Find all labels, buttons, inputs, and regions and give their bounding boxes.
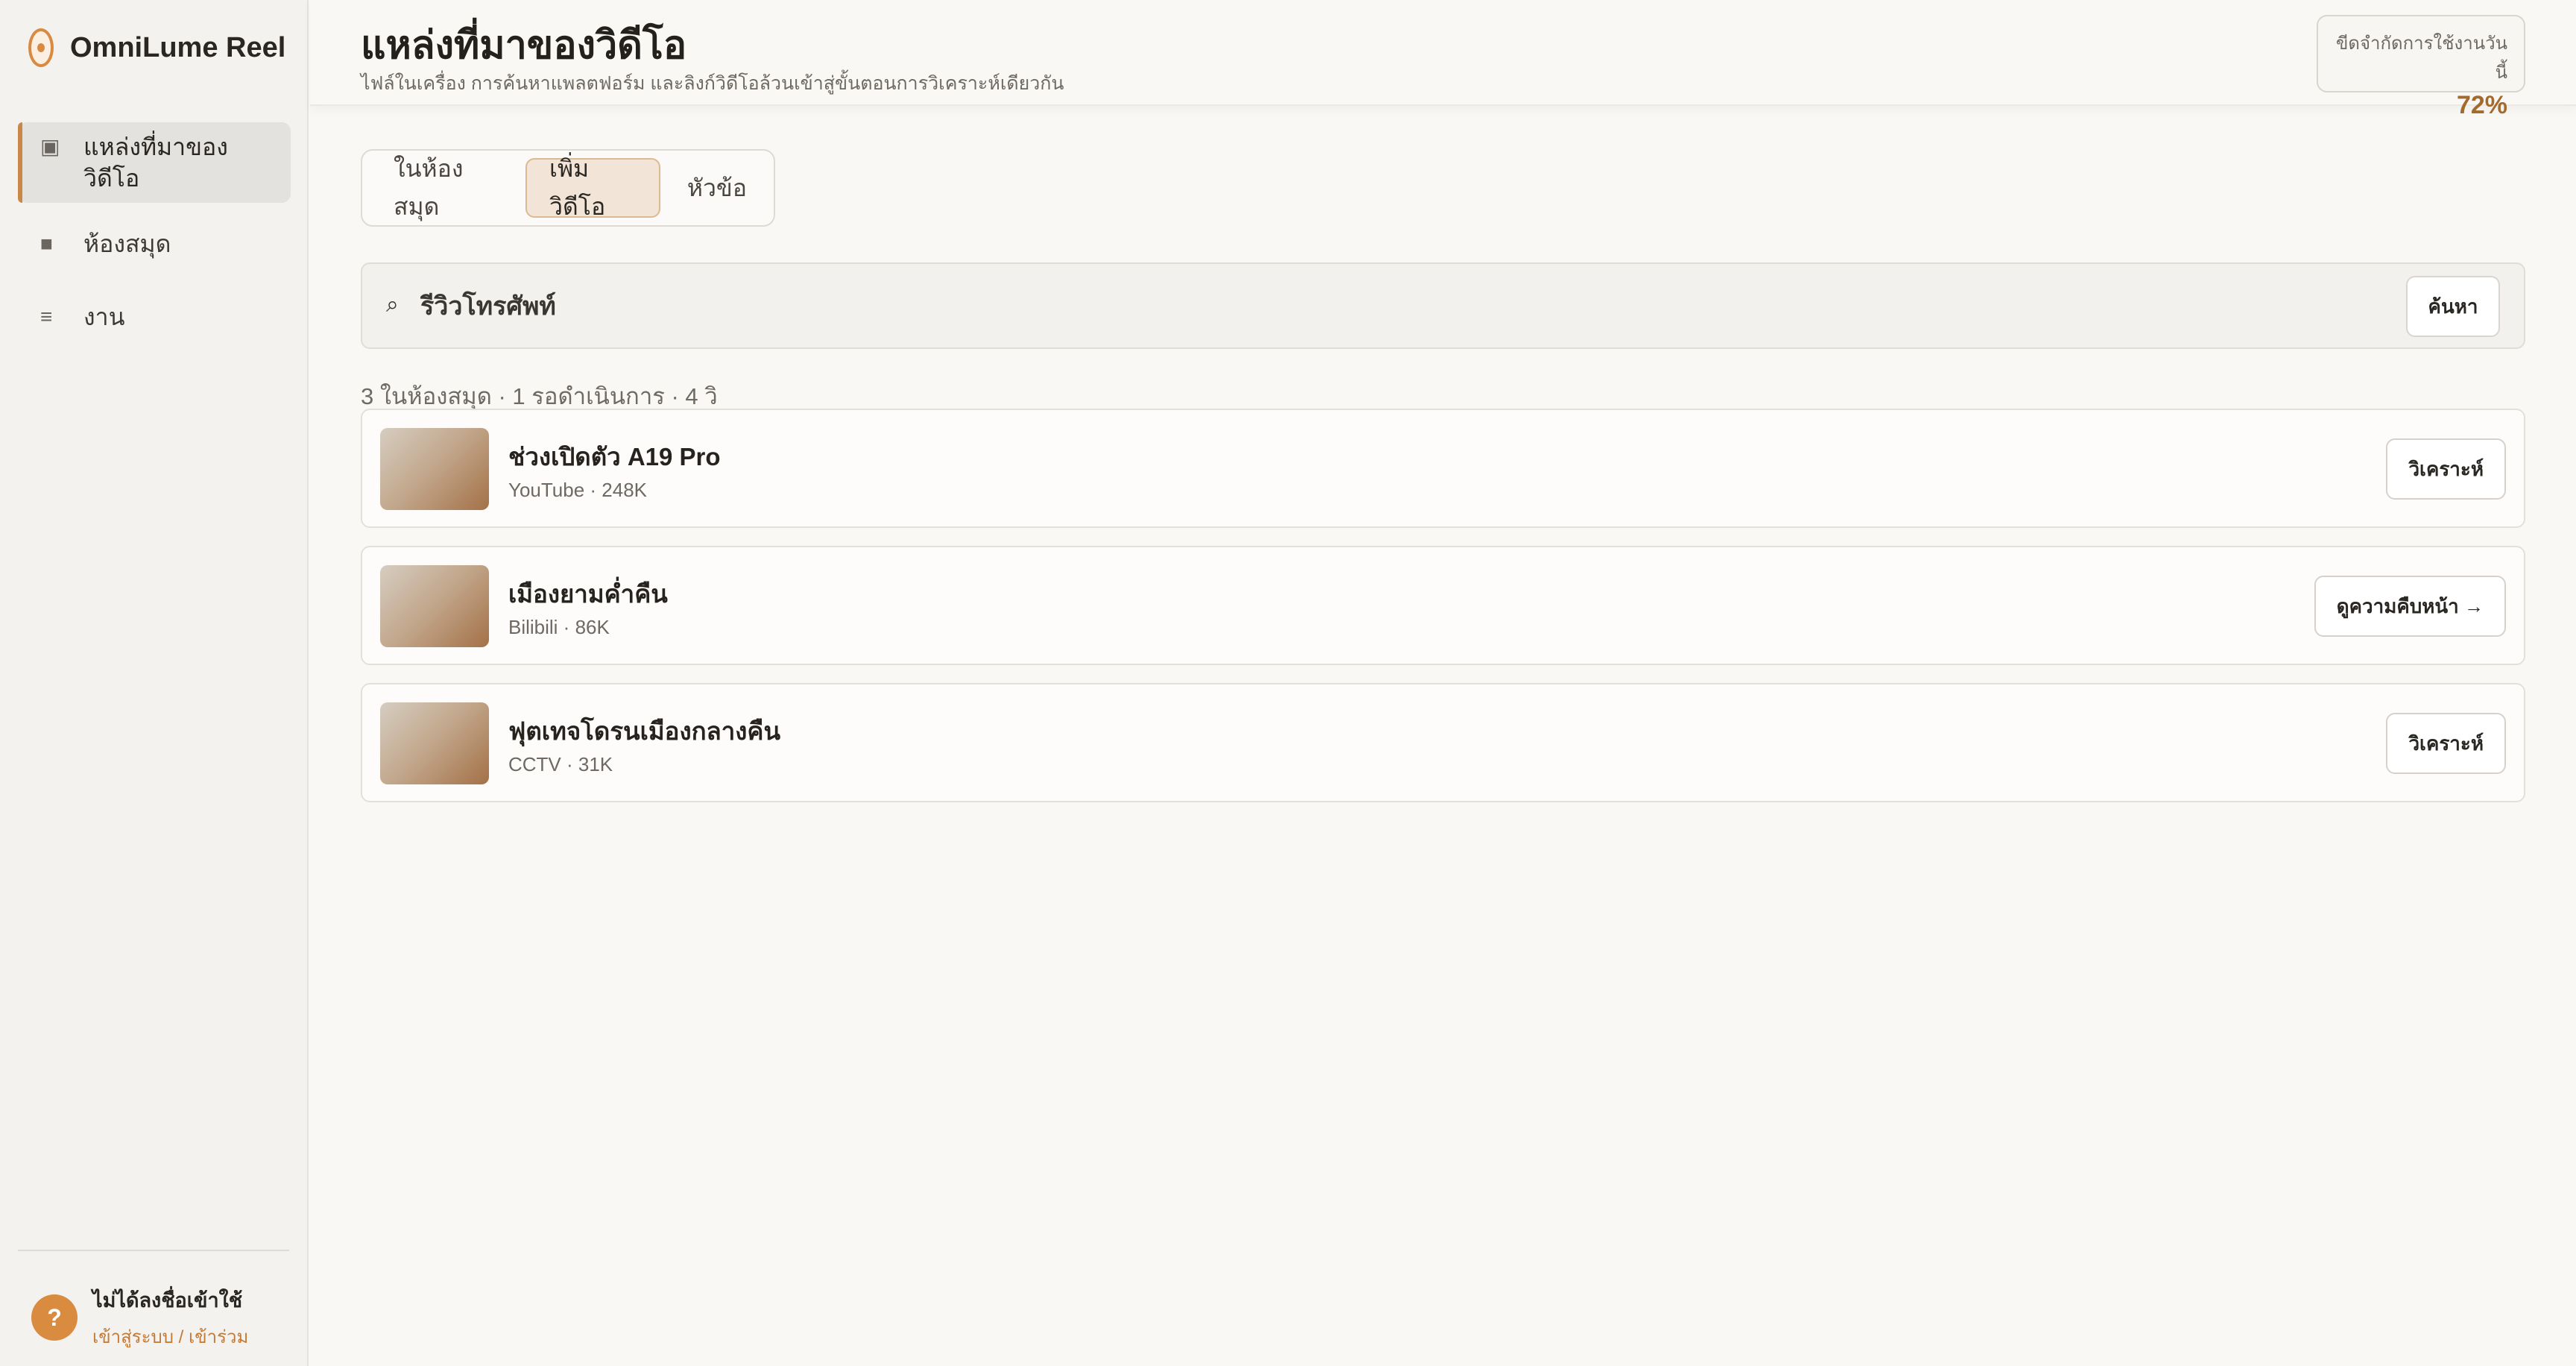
video-thumbnail	[380, 428, 489, 510]
sidebar-divider	[18, 1250, 289, 1251]
sidebar-nav: ▣ แหล่งที่มาของวิดีโอ ■ ห้องสมุด ≡ งาน	[18, 122, 291, 358]
video-title: เมืองยามค่ำคืน	[508, 580, 668, 608]
sidebar-item-video-sources[interactable]: ▣ แหล่งที่มาของวิดีโอ	[18, 122, 291, 203]
tab-topics[interactable]: หัวข้อ	[665, 158, 769, 218]
video-thumbnail	[380, 565, 489, 647]
video-thumbnail	[380, 702, 489, 784]
video-source-icon: ▣	[40, 135, 60, 158]
usage-value: 72%	[2456, 91, 2507, 119]
login-link[interactable]: เข้าสู่ระบบ / เข้าร่วม	[92, 1322, 248, 1351]
view-progress-button[interactable]: ดูความคืบหน้า →	[2314, 576, 2506, 637]
analyze-button[interactable]: วิเคราะห์	[2386, 713, 2506, 774]
list-item: เมืองยามค่ำคืน Bilibili · 86K ดูความคืบห…	[361, 546, 2525, 665]
search-button[interactable]: ค้นหา	[2406, 276, 2500, 337]
video-title: ฟุตเทจโดรนเมืองกลางคืน	[508, 717, 781, 745]
sidebar-item-label: แหล่งที่มาของวิดีโอ	[83, 133, 228, 192]
search-input[interactable]	[420, 282, 2209, 330]
page-header: แหล่งที่มาของวิดีโอ ไฟล์ในเครื่อง การค้น…	[310, 0, 2576, 119]
video-meta: Bilibili · 86K	[508, 616, 610, 638]
avatar: ?	[31, 1294, 78, 1341]
tab-add-video[interactable]: เพิ่มวิดีโอ	[525, 155, 660, 220]
video-meta: YouTube · 248K	[508, 479, 647, 501]
list-item: ฟุตเทจโดรนเมืองกลางคืน CCTV · 31K วิเครา…	[361, 683, 2525, 802]
user-account[interactable]: ? ไม่ได้ลงชื่อเข้าใช้ เข้าสู่ระบบ / เข้า…	[31, 1284, 248, 1351]
tab-in-library[interactable]: ในห้องสมุด	[371, 155, 521, 220]
tasks-list-icon: ≡	[40, 305, 53, 328]
source-tabs: ในห้องสมุด เพิ่มวิดีโอ หัวข้อ	[361, 149, 775, 227]
video-title: ช่วงเปิดตัว A19 Pro	[508, 443, 721, 470]
video-meta: CCTV · 31K	[508, 753, 613, 775]
app-name: OmniLume Reel	[70, 31, 286, 63]
page-subtitle: ไฟล์ในเครื่อง การค้นหาแพลตฟอร์ม และลิงก์…	[361, 73, 1064, 94]
search-icon: ⌕	[386, 292, 399, 317]
analyze-button[interactable]: วิเคราะห์	[2386, 438, 2506, 500]
search-bar: ⌕ ค้นหา	[361, 262, 2525, 349]
sidebar-item-label: งาน	[83, 303, 125, 330]
user-info: ไม่ได้ลงชื่อเข้าใช้ เข้าสู่ระบบ / เข้าร่…	[92, 1284, 248, 1351]
list-item: ช่วงเปิดตัว A19 Pro YouTube · 248K วิเคร…	[361, 409, 2525, 528]
usage-label: ขีดจำกัดการใช้งานวันนี้	[2335, 34, 2507, 83]
page-title: แหล่งที่มาของวิดีโอ	[361, 24, 687, 67]
video-list: ช่วงเปิดตัว A19 Pro YouTube · 248K วิเคร…	[361, 409, 2525, 820]
brand-logo-icon	[28, 28, 54, 67]
brand[interactable]: OmniLume Reel	[28, 28, 285, 67]
library-icon: ■	[40, 232, 53, 255]
user-status: ไม่ได้ลงชื่อเข้าใช้	[92, 1289, 243, 1312]
sidebar-item-library[interactable]: ■ ห้องสมุด	[18, 212, 291, 276]
sidebar-item-label: ห้องสมุด	[83, 230, 171, 257]
sidebar-item-tasks[interactable]: ≡ งาน	[18, 285, 291, 349]
sidebar: OmniLume Reel ▣ แหล่งที่มาของวิดีโอ ■ ห้…	[0, 0, 309, 1366]
app-root: OmniLume Reel ▣ แหล่งที่มาของวิดีโอ ■ ห้…	[0, 0, 2576, 1366]
usage-limit-badge: ขีดจำกัดการใช้งานวันนี้ 72%	[2317, 15, 2525, 119]
